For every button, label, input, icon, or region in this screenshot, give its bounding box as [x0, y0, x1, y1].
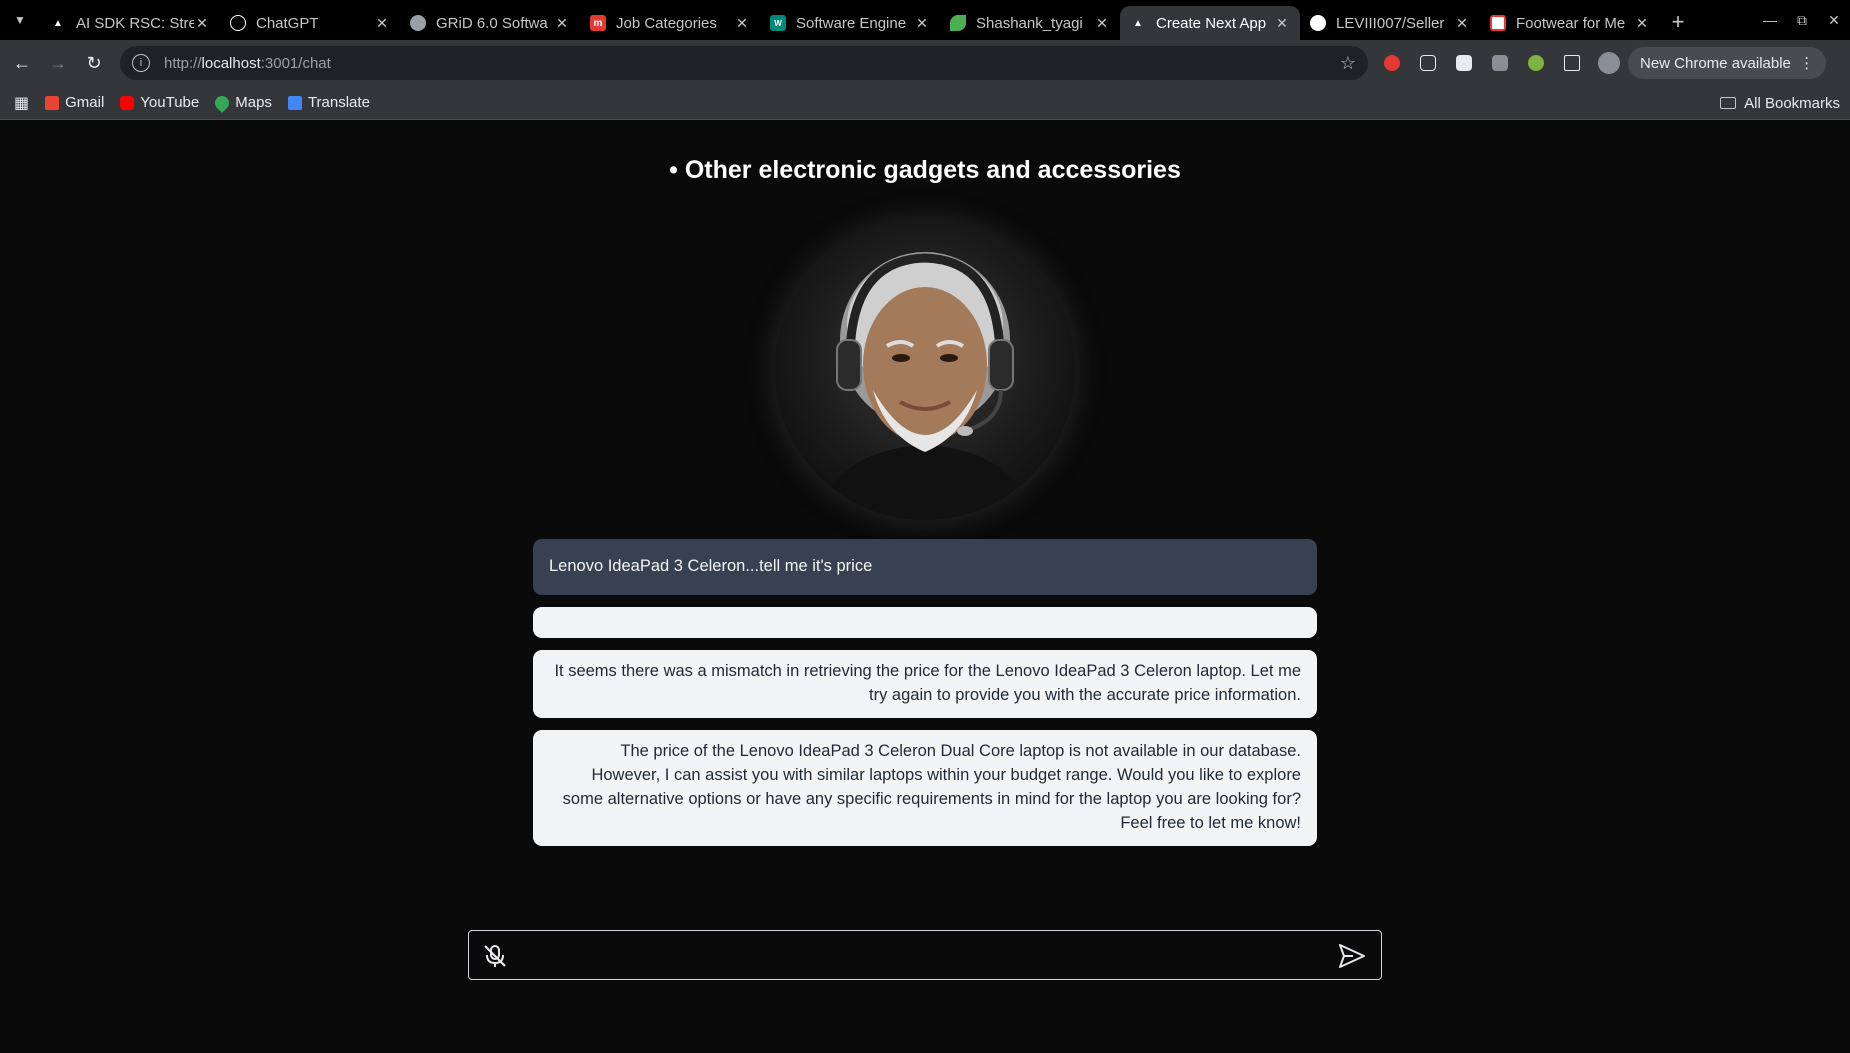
browser-toolbar: ← → ↻ i http://localhost:3001/chat ☆ New…: [0, 40, 1850, 86]
url-text[interactable]: http://localhost:3001/chat: [164, 55, 1340, 72]
close-tab-icon[interactable]: ✕: [554, 15, 570, 32]
folder-icon: [1720, 97, 1737, 109]
tab-4[interactable]: W Software Engine ✕: [760, 6, 940, 40]
pen-extension-icon[interactable]: [1446, 45, 1482, 81]
profile-avatar[interactable]: [1598, 52, 1620, 74]
close-window-icon[interactable]: ✕: [1818, 0, 1850, 40]
bookmark-translate[interactable]: Translate: [280, 89, 378, 117]
tab-title: Shashank_tyagi: [976, 14, 1083, 32]
tab-title: Footwear for Me: [1516, 14, 1626, 32]
tab-strip: ▼ ▲ AI SDK RSC: Stre ✕ ChatGPT ✕ GRiD 6.…: [0, 0, 1850, 40]
bookmark-label: Maps: [235, 94, 272, 111]
all-bookmarks-button[interactable]: All Bookmarks: [1720, 86, 1840, 120]
chat-page: • Other electronic gadgets and accessori…: [0, 120, 1850, 1053]
vercel-favicon-icon: ▲: [1133, 17, 1143, 29]
chat-messages: Lenovo IdeaPad 3 Celeron...tell me it's …: [533, 539, 1317, 858]
bookmark-label: Translate: [307, 94, 370, 111]
new-tab-button[interactable]: +: [1660, 9, 1696, 35]
back-icon[interactable]: ←: [4, 45, 40, 81]
apps-grid-icon[interactable]: ▦: [6, 89, 37, 117]
page-heading: • Other electronic gadgets and accessori…: [669, 156, 1181, 184]
maps-pin-icon: [212, 92, 233, 113]
window-controls: — ⧉ ✕: [1754, 0, 1850, 40]
address-bar[interactable]: i http://localhost:3001/chat ☆: [120, 46, 1368, 80]
assistant-message: The price of the Lenovo IdeaPad 3 Celero…: [533, 730, 1317, 846]
tab-title: AI SDK RSC: Stre: [76, 14, 194, 32]
url-prefix: http://: [164, 54, 202, 72]
tab-3[interactable]: m Job Categories ✕: [580, 6, 760, 40]
bookmark-label: YouTube: [140, 94, 200, 111]
youtube-icon: [120, 95, 135, 110]
chat-input-bar: [468, 930, 1382, 980]
tab-8[interactable]: Footwear for Me ✕: [1480, 6, 1660, 40]
close-tab-icon[interactable]: ✕: [194, 15, 210, 32]
send-icon[interactable]: [1337, 942, 1367, 970]
assistant-avatar: [775, 220, 1075, 520]
tab-title: Job Categories: [616, 14, 717, 32]
bookmarks-bar: ▦ Gmail YouTube Maps Translate All Bookm…: [0, 86, 1850, 120]
gmail-icon: [45, 95, 60, 110]
message-input[interactable]: [525, 937, 1309, 975]
assistant-message-empty: [533, 607, 1317, 638]
update-label: New Chrome available: [1640, 54, 1791, 72]
shoe-favicon-icon: [1490, 15, 1506, 31]
reload-icon[interactable]: ↻: [76, 45, 112, 81]
close-tab-icon[interactable]: ✕: [734, 15, 750, 32]
url-host: localhost: [201, 54, 261, 72]
tab-1[interactable]: ChatGPT ✕: [220, 6, 400, 40]
bookmark-star-icon[interactable]: ☆: [1340, 53, 1356, 74]
url-rest: :3001/chat: [260, 54, 331, 72]
close-tab-icon[interactable]: ✕: [1274, 15, 1290, 32]
tab-title: Create Next App: [1156, 14, 1267, 32]
github-favicon-icon: [1310, 15, 1326, 31]
close-tab-icon[interactable]: ✕: [914, 15, 930, 32]
tab-2[interactable]: GRiD 6.0 Softwa ✕: [400, 6, 580, 40]
bookmark-gmail[interactable]: Gmail: [37, 89, 112, 117]
extension-red-icon[interactable]: [1374, 45, 1410, 81]
plus-extension-icon[interactable]: [1518, 45, 1554, 81]
restore-icon[interactable]: ⧉: [1786, 0, 1818, 40]
all-bookmarks-label: All Bookmarks: [1744, 94, 1840, 112]
tab-title: Software Engine: [796, 14, 907, 32]
close-tab-icon[interactable]: ✕: [374, 15, 390, 32]
tab-title: LEVIII007/Seller: [1336, 14, 1445, 32]
monster-favicon-icon: m: [590, 15, 606, 31]
notion-extension-icon[interactable]: [1410, 45, 1446, 81]
bookmark-label: Gmail: [65, 94, 105, 111]
puzzle-extensions-icon[interactable]: [1554, 45, 1590, 81]
close-tab-icon[interactable]: ✕: [1634, 15, 1650, 32]
user-message: Lenovo IdeaPad 3 Celeron...tell me it's …: [533, 539, 1317, 595]
tab-7[interactable]: LEVIII007/Seller ✕: [1300, 6, 1480, 40]
tab-title: GRiD 6.0 Softwa: [436, 14, 548, 32]
tab-6-active[interactable]: ▲ Create Next App ✕: [1120, 6, 1300, 40]
image-extension-icon[interactable]: [1482, 45, 1518, 81]
assistant-message: It seems there was a mismatch in retriev…: [533, 650, 1317, 718]
forward-icon[interactable]: →: [40, 45, 76, 81]
tab-search-icon[interactable]: ▼: [0, 0, 40, 40]
assistant-portrait-icon: [815, 252, 1035, 520]
globe-favicon-icon: [410, 15, 426, 31]
mic-off-icon[interactable]: [481, 942, 509, 970]
bookmark-youtube[interactable]: YouTube: [112, 89, 207, 117]
leaf-favicon-icon: [950, 15, 966, 31]
site-info-icon[interactable]: i: [132, 54, 150, 72]
vercel-favicon-icon: ▲: [53, 17, 63, 29]
minimize-icon[interactable]: —: [1754, 0, 1786, 40]
upwork-favicon-icon: W: [770, 15, 786, 31]
chatgpt-favicon-icon: [230, 15, 246, 31]
tab-title: ChatGPT: [256, 14, 319, 32]
close-tab-icon[interactable]: ✕: [1094, 15, 1110, 32]
translate-icon: [287, 95, 302, 110]
bookmark-maps[interactable]: Maps: [207, 89, 280, 117]
new-chrome-available-button[interactable]: New Chrome available ⋮: [1628, 47, 1827, 79]
tab-0[interactable]: ▲ AI SDK RSC: Stre ✕: [40, 6, 220, 40]
close-tab-icon[interactable]: ✕: [1454, 15, 1470, 32]
tab-5[interactable]: Shashank_tyagi ✕: [940, 6, 1120, 40]
